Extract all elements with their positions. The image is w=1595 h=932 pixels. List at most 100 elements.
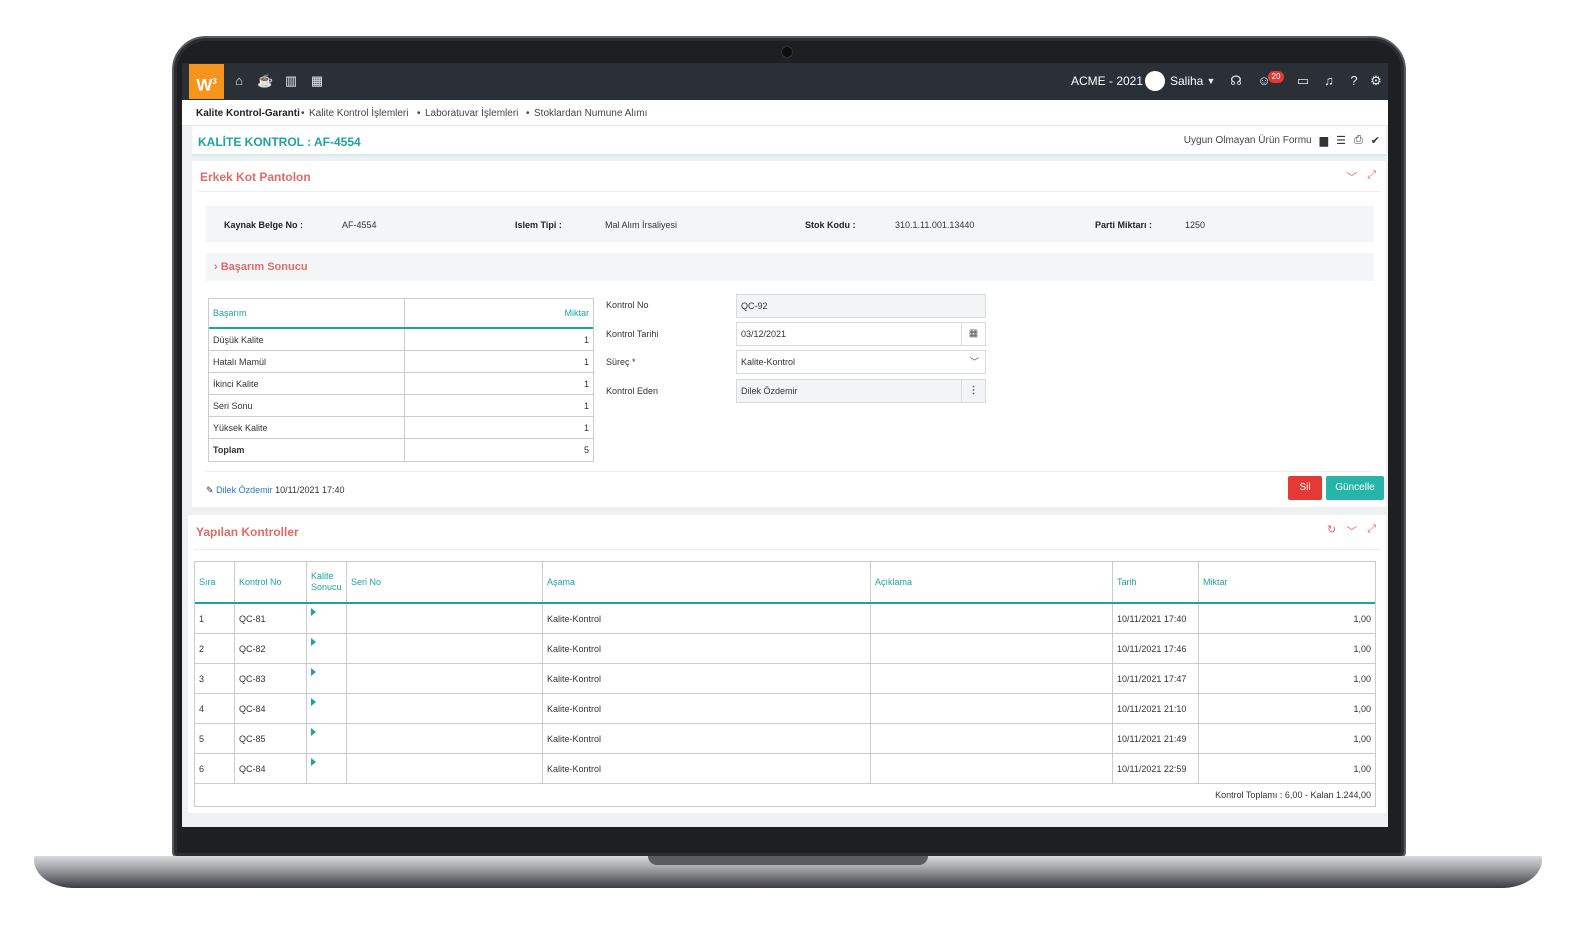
app-screen: W3 ⌂ ☕ ▥ ▦ ACME - 2021 Saliha ▼ ☊ ☺ 20 ▭… bbox=[182, 63, 1388, 827]
home-icon[interactable]: ⌂ bbox=[231, 73, 247, 89]
surec-select[interactable]: Kalite-Kontrol ﹀ bbox=[736, 350, 986, 374]
aciklama-cell bbox=[871, 664, 1113, 693]
table-row: Yüksek Kalite 1 bbox=[209, 417, 593, 439]
miktar-cell: 1,00 bbox=[1353, 643, 1371, 654]
cup-icon[interactable]: ☕ bbox=[257, 73, 273, 89]
page-header: KALİTE KONTROL : AF-4554 Uygun Olmayan Ü… bbox=[192, 126, 1386, 156]
editor-user-link[interactable]: Dilek Özdemir bbox=[216, 485, 273, 495]
more-options-icon[interactable]: ⋮ bbox=[961, 380, 985, 402]
table-row[interactable]: 1 QC-81 Kalite-Kontrol 10/11/2021 17:40 … bbox=[195, 604, 1375, 634]
miktar-cell: 1,00 bbox=[1353, 613, 1371, 624]
column-header[interactable]: Seri No bbox=[347, 562, 543, 602]
kontrol-no-cell: QC-82 bbox=[235, 634, 307, 663]
kalite-sonucu-cell[interactable] bbox=[307, 604, 347, 633]
controls-table: Sıra Kontrol No Kalite Sonucu Seri No Aş… bbox=[194, 561, 1376, 807]
kalite-sonucu-cell[interactable] bbox=[307, 634, 347, 663]
asama-cell: Kalite-Kontrol bbox=[543, 754, 871, 783]
nonconforming-form-link[interactable]: Uygun Olmayan Ürün Formu bbox=[1184, 135, 1312, 146]
chevron-down-icon[interactable]: ▼ bbox=[1203, 73, 1219, 89]
gear-icon[interactable]: ⚙ bbox=[1368, 73, 1384, 89]
breadcrumb-item[interactable]: Kalite Kontrol-Garanti bbox=[196, 108, 300, 119]
column-header[interactable]: Sıra bbox=[195, 562, 235, 602]
headset-icon[interactable]: ☊ bbox=[1228, 73, 1244, 89]
chevron-down-icon: ﹀ bbox=[969, 357, 979, 367]
basarim-qty-input[interactable]: 1 bbox=[405, 329, 593, 350]
source-info-bar: Kaynak Belge No : AF-4554 Islem Tipi : M… bbox=[206, 206, 1374, 242]
kalite-sonucu-cell[interactable] bbox=[307, 694, 347, 723]
kalite-sonucu-cell[interactable] bbox=[307, 754, 347, 783]
breadcrumb-separator: • bbox=[301, 108, 305, 119]
kontrol-no-cell: QC-81 bbox=[235, 604, 307, 633]
sira-cell: 3 bbox=[195, 664, 235, 693]
column-header[interactable]: Başarım bbox=[209, 299, 405, 327]
tarih-cell: 10/11/2021 17:40 bbox=[1113, 604, 1199, 633]
expand-icon[interactable]: ⤢ bbox=[1367, 169, 1376, 185]
last-edited-info: ✎ Dilek Özdemir 10/11/2021 17:40 bbox=[206, 485, 345, 496]
check-icon[interactable]: ✔ bbox=[1371, 134, 1380, 147]
kalite-sonucu-cell[interactable] bbox=[307, 664, 347, 693]
breadcrumb-separator: • bbox=[417, 108, 421, 119]
list-icon[interactable]: ☰ bbox=[1336, 134, 1346, 147]
print-icon[interactable]: ⎙ bbox=[1354, 134, 1363, 147]
column-header[interactable]: Açıklama bbox=[871, 562, 1113, 602]
kontrol-no-cell: QC-85 bbox=[235, 724, 307, 753]
column-header[interactable]: Miktar bbox=[405, 299, 593, 327]
column-header[interactable]: Tarih bbox=[1113, 562, 1199, 602]
kontrol-tarihi-field[interactable]: 03/12/2021 ▦ bbox=[736, 322, 986, 346]
aciklama-cell bbox=[871, 754, 1113, 783]
delete-button[interactable]: Sil bbox=[1288, 476, 1322, 500]
seri-no-cell bbox=[347, 694, 543, 723]
basarim-qty-input[interactable]: 1 bbox=[405, 417, 593, 438]
laptop-notch bbox=[648, 856, 928, 865]
archive-icon[interactable]: ▆ bbox=[1320, 134, 1328, 147]
kontrol-no-field[interactable]: QC-92 bbox=[736, 294, 986, 318]
expand-icon[interactable]: ⤢ bbox=[1367, 523, 1376, 539]
column-header[interactable]: Aşama bbox=[543, 562, 871, 602]
kontrol-no-label: Kontrol No bbox=[606, 300, 649, 310]
expand-arrow-icon[interactable] bbox=[311, 667, 316, 676]
help-icon[interactable]: ? bbox=[1346, 73, 1362, 89]
bar-chart-icon[interactable]: ▥ bbox=[283, 73, 299, 89]
divider bbox=[194, 549, 1380, 550]
company-selector[interactable]: ACME - 2021 bbox=[1071, 74, 1143, 88]
avatar[interactable] bbox=[1145, 71, 1165, 91]
expand-arrow-icon[interactable] bbox=[311, 637, 316, 646]
table-row[interactable]: 6 QC-84 Kalite-Kontrol 10/11/2021 22:59 … bbox=[195, 754, 1375, 784]
kontrol-eden-field[interactable]: Dilek Özdemir ⋮ bbox=[736, 379, 986, 403]
page-title: KALİTE KONTROL : AF-4554 bbox=[198, 135, 361, 149]
calendar-icon[interactable]: ▦ bbox=[309, 73, 325, 89]
table-row[interactable]: 3 QC-83 Kalite-Kontrol 10/11/2021 17:47 … bbox=[195, 664, 1375, 694]
column-header[interactable]: Kontrol No bbox=[235, 562, 307, 602]
calendar-icon[interactable]: ▦ bbox=[961, 323, 985, 345]
table-row[interactable]: 5 QC-85 Kalite-Kontrol 10/11/2021 21:49 … bbox=[195, 724, 1375, 754]
expand-arrow-icon[interactable] bbox=[311, 757, 316, 766]
asama-cell: Kalite-Kontrol bbox=[543, 634, 871, 663]
refresh-icon[interactable]: ↻ bbox=[1327, 523, 1336, 539]
date-value: 03/12/2021 bbox=[741, 329, 787, 339]
basarim-qty-input[interactable]: 1 bbox=[405, 351, 593, 372]
basarim-qty-input[interactable]: 1 bbox=[405, 373, 593, 394]
collapse-icon[interactable]: ﹀ bbox=[1346, 523, 1357, 539]
kontrol-eden-label: Kontrol Eden bbox=[606, 386, 659, 396]
user-menu[interactable]: Saliha bbox=[1170, 74, 1203, 88]
update-button[interactable]: Güncelle bbox=[1326, 476, 1384, 500]
table-row[interactable]: 2 QC-82 Kalite-Kontrol 10/11/2021 17:46 … bbox=[195, 634, 1375, 664]
table-row[interactable]: 4 QC-84 Kalite-Kontrol 10/11/2021 21:10 … bbox=[195, 694, 1375, 724]
expand-arrow-icon[interactable] bbox=[311, 727, 316, 736]
basarim-name: İkinci Kalite bbox=[209, 373, 405, 394]
basarim-qty-input[interactable]: 1 bbox=[405, 395, 593, 416]
kalite-sonucu-cell[interactable] bbox=[307, 724, 347, 753]
breadcrumb-item[interactable]: Stoklardan Numune Alımı bbox=[534, 108, 647, 119]
panel-tools: ﹀ ⤢ bbox=[1346, 169, 1376, 185]
breadcrumb-item[interactable]: Kalite Kontrol İşlemleri bbox=[309, 108, 408, 119]
collapse-icon[interactable]: ﹀ bbox=[1346, 169, 1357, 185]
app-logo[interactable]: W3 bbox=[189, 64, 224, 99]
column-header[interactable]: Kalite Sonucu bbox=[307, 562, 347, 602]
column-header[interactable]: Miktar bbox=[1199, 562, 1375, 602]
breadcrumb-item[interactable]: Laboratuvar İşlemleri bbox=[425, 108, 518, 119]
expand-arrow-icon[interactable] bbox=[311, 607, 316, 616]
basarim-section-header[interactable]: › Başarım Sonucu bbox=[206, 253, 1374, 281]
bell-icon[interactable]: ♫ bbox=[1321, 73, 1337, 89]
chat-icon[interactable]: ▭ bbox=[1295, 73, 1311, 89]
expand-arrow-icon[interactable] bbox=[311, 697, 316, 706]
